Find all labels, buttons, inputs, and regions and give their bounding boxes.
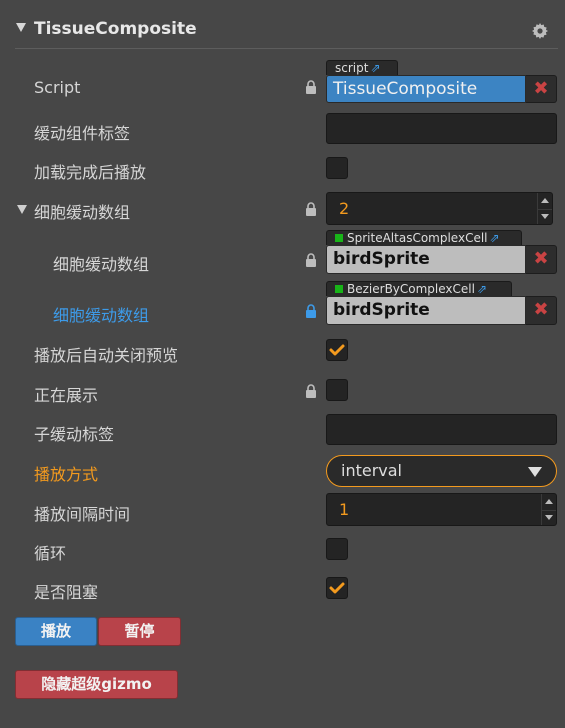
check-icon — [329, 344, 345, 356]
type-green-square-icon — [335, 285, 343, 293]
lock-icon — [306, 202, 316, 216]
lock-icon — [306, 384, 316, 398]
hide-gizmo-button[interactable]: 隐藏超级gizmo — [15, 670, 178, 699]
showing-label: 正在展示 — [34, 386, 99, 405]
external-link-icon[interactable]: ⇗ — [370, 61, 380, 75]
sub-tag-input[interactable] — [326, 113, 557, 144]
external-link-icon[interactable]: ⇗ — [477, 282, 487, 296]
loop-label: 循环 — [34, 544, 67, 563]
close-icon[interactable]: ✖ — [526, 296, 557, 325]
cell-array-count-value: 2 — [339, 199, 350, 218]
play-mode-label: 播放方式 — [34, 465, 99, 484]
blocking-label: 是否阻塞 — [34, 583, 99, 602]
play-interval-input[interactable]: 1 — [326, 493, 557, 526]
chevron-up-icon[interactable] — [545, 499, 553, 504]
autoplay-label: 加载完成后播放 — [34, 163, 147, 182]
play-interval-value: 1 — [339, 500, 350, 519]
play-mode-value: interval — [341, 461, 402, 480]
play-mode-select[interactable]: interval — [326, 455, 557, 487]
play-interval-label: 播放间隔时间 — [34, 505, 131, 524]
auto-close-label: 播放后自动关闭预览 — [34, 346, 179, 365]
cell-type-tag: SpriteAltasComplexCell ⇗ — [326, 230, 522, 245]
script-field[interactable]: TissueComposite — [326, 75, 526, 103]
chevron-up-icon[interactable] — [541, 198, 549, 203]
cell-object-field[interactable]: birdSprite — [326, 245, 526, 274]
chevron-down-icon — [528, 467, 542, 477]
cell-item-label: 细胞缓动数组 — [53, 255, 150, 274]
lock-icon — [306, 253, 316, 267]
cell-object-field[interactable]: birdSprite — [326, 296, 526, 325]
component-title: TissueComposite — [34, 19, 197, 39]
lock-icon — [306, 80, 316, 94]
external-link-icon[interactable]: ⇗ — [490, 231, 500, 245]
close-icon[interactable]: ✖ — [526, 75, 557, 103]
type-green-square-icon — [335, 234, 343, 242]
showing-checkbox[interactable] — [326, 379, 348, 401]
loop-checkbox[interactable] — [326, 538, 348, 560]
sub-tag-label: 缓动组件标签 — [34, 124, 131, 143]
gear-icon[interactable] — [532, 23, 548, 39]
close-icon[interactable]: ✖ — [526, 245, 557, 274]
play-button[interactable]: 播放 — [15, 617, 97, 646]
cell-item-label: 细胞缓动数组 — [53, 306, 150, 325]
check-icon — [329, 582, 345, 594]
cell-array-count-input[interactable]: 2 — [326, 192, 553, 225]
child-tag-input[interactable] — [326, 414, 557, 445]
chevron-down-icon[interactable] — [545, 515, 553, 520]
number-spinner[interactable] — [541, 494, 556, 525]
header-divider — [15, 48, 558, 49]
collapse-arrow-icon[interactable] — [16, 23, 26, 32]
auto-close-checkbox[interactable] — [326, 339, 348, 361]
cell-type-tag: BezierByComplexCell ⇗ — [326, 281, 512, 296]
number-spinner[interactable] — [537, 193, 552, 224]
expand-arrow-icon[interactable] — [17, 205, 27, 214]
child-tag-label: 子缓动标签 — [34, 425, 115, 444]
script-label: Script — [34, 78, 81, 97]
blocking-checkbox[interactable] — [326, 577, 348, 599]
chevron-down-icon[interactable] — [541, 214, 549, 219]
cell-array-label: 细胞缓动数组 — [34, 203, 131, 222]
lock-icon — [306, 304, 316, 318]
script-type-tag: script ⇗ — [326, 60, 398, 75]
autoplay-checkbox[interactable] — [326, 157, 348, 179]
pause-button[interactable]: 暂停 — [98, 617, 181, 646]
